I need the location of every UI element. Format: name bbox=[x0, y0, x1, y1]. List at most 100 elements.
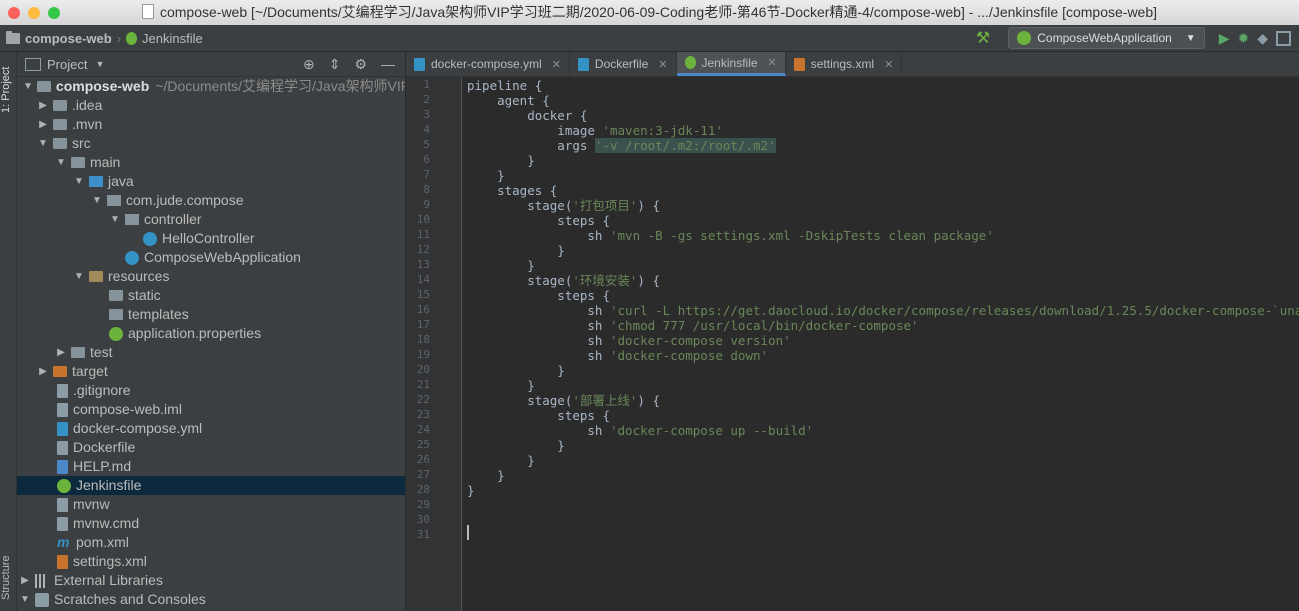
chevron-right-icon[interactable]: ▶ bbox=[37, 115, 49, 134]
chevron-down-icon: ▼ bbox=[1185, 32, 1196, 44]
project-panel-header: Project ▼ ⊕ ⇕ ⚙ — bbox=[17, 52, 405, 77]
chevron-right-icon[interactable]: ▶ bbox=[19, 571, 31, 590]
chevron-down-icon[interactable]: ▼ bbox=[37, 134, 49, 153]
tree-item-mvn[interactable]: ▶ .mvn bbox=[17, 115, 405, 134]
chevron-down-icon[interactable]: ▼ bbox=[109, 210, 121, 229]
chevron-right-icon: › bbox=[116, 30, 122, 46]
project-view-select[interactable]: Project bbox=[47, 57, 87, 72]
chevron-down-icon[interactable]: ▼ bbox=[73, 172, 85, 191]
tree-item-mvnw[interactable]: mvnw bbox=[17, 495, 405, 514]
excluded-folder-icon bbox=[53, 366, 67, 377]
tree-item-resources[interactable]: ▼ resources bbox=[17, 267, 405, 286]
tree-item-external-libraries[interactable]: ▶ External Libraries bbox=[17, 571, 405, 590]
folder-icon bbox=[53, 138, 67, 149]
tree-item-templates[interactable]: templates bbox=[17, 305, 405, 324]
run-icon[interactable]: ▶ bbox=[1219, 30, 1230, 47]
line-number: 23 bbox=[416, 408, 430, 421]
yaml-file-icon bbox=[414, 57, 425, 71]
line-number: 16 bbox=[416, 303, 430, 316]
tree-item-settings-xml[interactable]: settings.xml bbox=[17, 552, 405, 571]
code-line: } bbox=[467, 258, 535, 273]
string-literal: 'docker-compose down' bbox=[610, 348, 769, 363]
chevron-right-icon[interactable]: ▶ bbox=[37, 362, 49, 381]
tree-item-static[interactable]: static bbox=[17, 286, 405, 305]
string-literal: 'maven:3-jdk-11' bbox=[602, 123, 723, 138]
string-literal: '打包项目' bbox=[572, 198, 638, 213]
build-hammer-icon[interactable]: ⚒ bbox=[976, 28, 990, 48]
debug-icon[interactable]: ✹ bbox=[1237, 30, 1249, 47]
line-number: 11 bbox=[416, 228, 430, 241]
code-line: } bbox=[467, 438, 565, 453]
tree-item-src[interactable]: ▼ src bbox=[17, 134, 405, 153]
close-icon[interactable]: ✕ bbox=[658, 58, 667, 71]
gear-icon[interactable]: ⚙ bbox=[354, 56, 367, 73]
tree-item-pom[interactable]: m pom.xml bbox=[17, 533, 405, 552]
tree-item-mvnw-cmd[interactable]: mvnw.cmd bbox=[17, 514, 405, 533]
minimize-window-button[interactable] bbox=[28, 6, 40, 19]
code-line: sh 'docker-compose down' bbox=[467, 348, 769, 363]
breadcrumb: compose-web › Jenkinsfile bbox=[6, 30, 203, 46]
editor-gutter[interactable]: 1 2 3 4 5 6 7 8 9 10 11 12 13 14 15 16 17 18 19 20 21 22 23 24 2… bbox=[406, 77, 462, 611]
line-number: 14 bbox=[416, 273, 430, 286]
zoom-window-button[interactable] bbox=[48, 6, 60, 19]
run-configuration-select[interactable]: ComposeWebApplication ▼ bbox=[1008, 27, 1205, 49]
close-icon[interactable]: ✕ bbox=[768, 56, 777, 69]
code-line: } bbox=[467, 378, 535, 393]
tree-item-jenkinsfile[interactable]: Jenkinsfile bbox=[17, 476, 405, 495]
chevron-right-icon[interactable]: ▶ bbox=[55, 343, 67, 362]
window-titlebar: compose-web [~/Documents/艾编程学习/Java架构师VI… bbox=[0, 0, 1299, 26]
line-number: 22 bbox=[416, 393, 430, 406]
tree-item-composewebapplication[interactable]: ComposeWebApplication bbox=[17, 248, 405, 267]
close-window-button[interactable] bbox=[8, 6, 20, 19]
code-line: sh 'mvn -B -gs settings.xml -DskipTests … bbox=[467, 228, 994, 243]
collapse-all-icon[interactable]: ⇕ bbox=[329, 56, 341, 73]
chevron-down-icon[interactable]: ▼ bbox=[23, 77, 33, 96]
folder-icon bbox=[109, 290, 123, 301]
chevron-right-icon[interactable]: ▶ bbox=[37, 96, 49, 115]
code-line: stage('部署上线') { bbox=[467, 393, 660, 408]
chevron-down-icon[interactable]: ▼ bbox=[55, 153, 67, 172]
chevron-down-icon[interactable]: ▼ bbox=[73, 267, 85, 286]
chevron-down-icon[interactable]: ▼ bbox=[91, 191, 103, 210]
tree-item-application-properties[interactable]: application.properties bbox=[17, 324, 405, 343]
tab-dockerfile[interactable]: Dockerfile ✕ bbox=[570, 52, 677, 76]
tree-item-package[interactable]: ▼ com.jude.compose bbox=[17, 191, 405, 210]
tree-item-dockerfile[interactable]: Dockerfile bbox=[17, 438, 405, 457]
code-line: docker { bbox=[467, 108, 588, 123]
tree-root[interactable]: ▼ compose-web ~/Documents/艾编程学习/Java架构师V… bbox=[17, 77, 405, 96]
locate-icon[interactable]: ⊕ bbox=[303, 56, 315, 73]
tree-item-hellocontroller[interactable]: HelloController bbox=[17, 229, 405, 248]
tab-docker-compose[interactable]: docker-compose.yml ✕ bbox=[406, 52, 570, 76]
line-number: 18 bbox=[416, 333, 430, 346]
tree-item-help-md[interactable]: HELP.md bbox=[17, 457, 405, 476]
structure-tool-tab[interactable]: Structure bbox=[0, 548, 16, 608]
string-literal: '环境安装' bbox=[572, 273, 638, 288]
editor-tabs: docker-compose.yml ✕ Dockerfile ✕ Jenkin… bbox=[406, 52, 1299, 77]
chevron-down-icon[interactable]: ▼ bbox=[19, 590, 31, 609]
tree-item-target[interactable]: ▶ target bbox=[17, 362, 405, 381]
tree-item-java[interactable]: ▼ java bbox=[17, 172, 405, 191]
tree-item-idea[interactable]: ▶ .idea bbox=[17, 96, 405, 115]
stop-icon[interactable] bbox=[1276, 30, 1291, 46]
hide-icon[interactable]: — bbox=[381, 56, 395, 73]
close-icon[interactable]: ✕ bbox=[884, 58, 893, 71]
breadcrumb-project[interactable]: compose-web bbox=[25, 31, 112, 46]
tree-item-scratches[interactable]: ▼ Scratches and Consoles bbox=[17, 590, 405, 609]
tab-jenkinsfile[interactable]: Jenkinsfile ✕ bbox=[676, 52, 786, 76]
tree-item-iml[interactable]: compose-web.iml bbox=[17, 400, 405, 419]
tree-item-gitignore[interactable]: .gitignore bbox=[17, 381, 405, 400]
project-tool-tab[interactable]: 1: Project bbox=[0, 58, 16, 122]
tree-item-docker-compose[interactable]: docker-compose.yml bbox=[17, 419, 405, 438]
class-icon bbox=[143, 231, 157, 246]
line-number: 24 bbox=[416, 423, 430, 436]
tab-settings-xml[interactable]: settings.xml ✕ bbox=[786, 52, 903, 76]
spring-properties-icon bbox=[109, 326, 123, 341]
tree-item-main[interactable]: ▼ main bbox=[17, 153, 405, 172]
breadcrumb-file[interactable]: Jenkinsfile bbox=[142, 31, 203, 46]
coverage-icon[interactable]: ◆ bbox=[1257, 30, 1268, 47]
code-editor[interactable]: pipeline { agent { docker { image 'maven… bbox=[467, 77, 1299, 611]
tree-item-test[interactable]: ▶ test bbox=[17, 343, 405, 362]
tree-item-controller[interactable]: ▼ controller bbox=[17, 210, 405, 229]
code-line: } bbox=[467, 453, 535, 468]
close-icon[interactable]: ✕ bbox=[552, 58, 561, 71]
